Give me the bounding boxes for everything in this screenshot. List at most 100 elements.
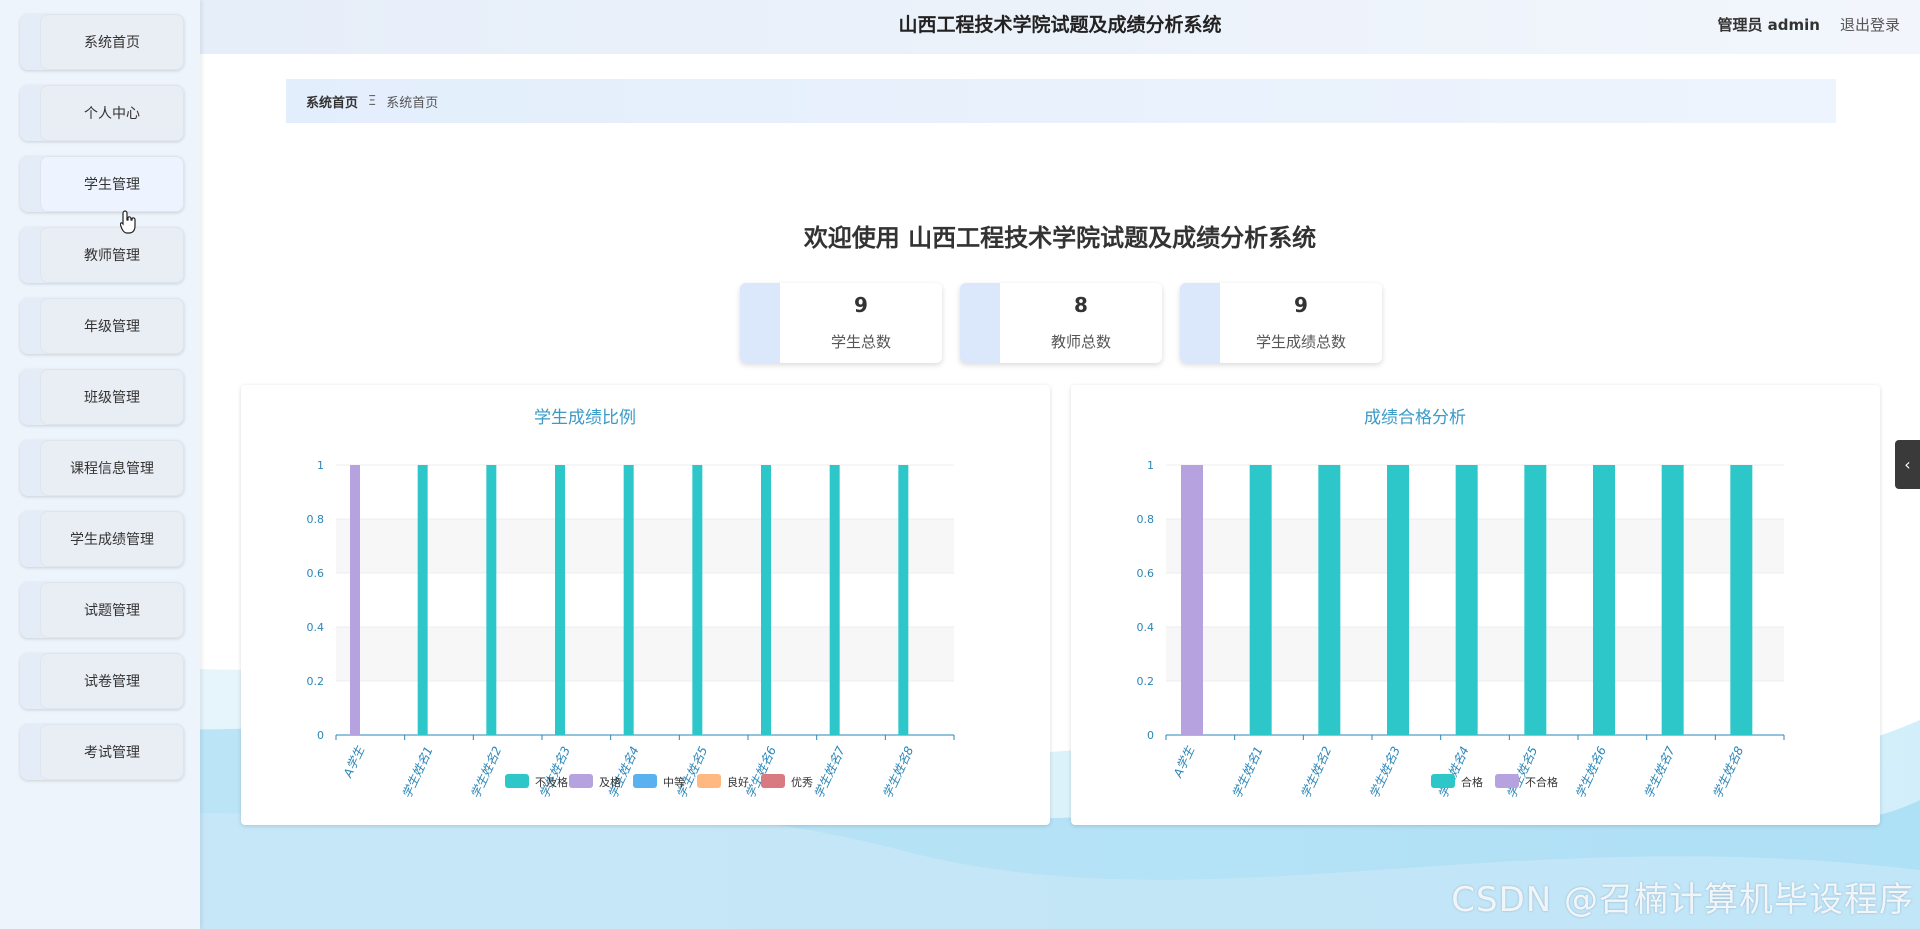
y-tick-label: 1	[1147, 459, 1154, 472]
bar	[1455, 465, 1478, 735]
sidebar-item-label: 学生成绩管理	[40, 511, 184, 567]
bar	[1730, 465, 1753, 735]
breadcrumb: 系统首页 Ξ 系统首页	[286, 79, 1836, 123]
sidebar-menu: 系统首页个人中心学生管理教师管理年级管理班级管理课程信息管理学生成绩管理 试题管理…	[0, 14, 184, 795]
sidebar-item-label: 考试管理	[40, 724, 184, 780]
legend-label: 及格	[599, 775, 621, 789]
sidebar-item-1[interactable]: 系统首页	[20, 14, 184, 70]
chart-panel-grade-ratio: 学生成绩比例 0 0.2 0.4 0.6 0.8 1 A学生 学生姓名1 学生姓名2 学生姓名3 学生…	[241, 385, 1050, 825]
breadcrumb-current: 系统首页	[386, 95, 439, 111]
x-tick-label: A学生	[340, 743, 367, 780]
stat-value: 8	[1074, 293, 1088, 317]
legend-swatch	[1495, 774, 1519, 788]
x-tick-label: 学生姓名7	[812, 744, 848, 801]
sidebar-item-10[interactable]: 试卷管理	[20, 653, 184, 709]
chevron-left-icon: ‹	[1904, 455, 1911, 474]
x-tick-label: 学生姓名8	[880, 744, 916, 801]
bar	[1593, 465, 1615, 735]
sidebar-item-6[interactable]: 班级管理	[20, 369, 184, 425]
welcome-heading: 欢迎使用 山西工程技术学院试题及成绩分析系统	[803, 224, 1317, 253]
logout-link[interactable]: 退出登录	[1840, 14, 1900, 35]
legend-swatch	[1431, 774, 1455, 788]
chart-band	[336, 627, 954, 681]
app-title: 山西工程技术学院试题及成绩分析系统	[898, 14, 1222, 36]
x-tick-label: 学生姓名3	[537, 744, 573, 800]
sidebar-item-label: 试题管理	[40, 582, 184, 638]
bar	[1387, 465, 1409, 735]
bar	[623, 465, 634, 735]
sidebar-item-3[interactable]: 学生管理	[20, 156, 184, 212]
stat-label: 教师总数	[1050, 333, 1111, 351]
y-tick-label: 1	[317, 459, 324, 472]
x-tick-label: 学生姓名1	[1230, 744, 1266, 800]
sidebar-item-7[interactable]: 课程信息管理	[20, 440, 184, 496]
bar	[761, 465, 771, 735]
hand-cursor-icon	[120, 210, 136, 234]
breadcrumb-home[interactable]: 系统首页	[306, 92, 358, 111]
x-tick-label: A学生	[1170, 743, 1197, 780]
legend-label: 良好	[727, 775, 749, 789]
sidebar-item-4[interactable]: 教师管理	[20, 227, 184, 283]
sidebar-item-5[interactable]: 年级管理	[20, 298, 184, 354]
bar	[350, 465, 360, 735]
stat-card-students: 9 学生总数	[740, 283, 942, 363]
legend-label: 不及格	[535, 775, 568, 789]
x-tick-label: 学生姓名5	[674, 744, 710, 800]
x-tick-label: 学生姓名2	[468, 744, 504, 800]
current-user: 管理员 admin	[1717, 16, 1820, 34]
x-tick-label: 学生姓名5	[1504, 744, 1540, 800]
y-tick-label: 0.6	[1137, 567, 1155, 580]
y-tick-label: 0.2	[1137, 675, 1155, 688]
y-tick-label: 0.8	[307, 513, 325, 526]
legend-swatch	[569, 774, 593, 788]
sidebar-item-label: 系统首页	[40, 14, 184, 70]
stat-card-accent	[1180, 283, 1220, 363]
bar	[1181, 465, 1203, 735]
x-tick-label: 学生姓名6	[743, 744, 779, 801]
sidebar-item-2[interactable]: 个人中心	[20, 85, 184, 141]
stat-value: 9	[854, 293, 868, 317]
breadcrumb-separator-icon: Ξ	[368, 93, 377, 109]
stat-label: 学生总数	[830, 333, 891, 351]
sidebar-item-label: 年级管理	[40, 298, 184, 354]
collapse-panel-button[interactable]: ‹	[1895, 440, 1920, 489]
bar	[898, 465, 909, 735]
chart-band	[336, 519, 954, 573]
sidebar-item-label: 个人中心	[40, 85, 184, 141]
sidebar-item-label: 学生管理	[40, 156, 184, 212]
sidebar-item-11[interactable]: 考试管理	[20, 724, 184, 780]
legend-swatch	[505, 774, 529, 788]
sidebar: 系统首页个人中心学生管理教师管理年级管理班级管理课程信息管理学生成绩管理 试题管理…	[0, 0, 200, 929]
x-tick-label: 学生姓名8	[1710, 744, 1746, 801]
y-tick-label: 0	[317, 729, 324, 742]
y-tick-label: 0.6	[307, 567, 325, 580]
legend-label: 不合格	[1525, 775, 1558, 789]
sidebar-item-8[interactable]: 学生成绩管理	[20, 511, 184, 567]
bar	[1524, 465, 1547, 735]
bar	[555, 465, 565, 735]
legend-swatch	[761, 774, 785, 788]
chart-title: 学生成绩比例	[534, 408, 636, 428]
watermark: CSDN @召楠计算机毕设程序	[1451, 880, 1914, 920]
sidebar-item-9[interactable]: 试题管理	[20, 582, 184, 638]
chart-panel-pass-analysis: 成绩合格分析 0 0.2 0.4 0.6 0.8 1 A学生 学生姓名1 学生姓名2 学生姓名3 学生…	[1071, 385, 1880, 825]
x-tick-label: 学生姓名4	[1436, 744, 1472, 800]
y-tick-label: 0.4	[307, 621, 325, 634]
bar	[486, 465, 497, 735]
bar	[1318, 465, 1341, 735]
x-tick-label: 学生姓名3	[1367, 744, 1403, 800]
sidebar-item-label: 教师管理	[40, 227, 184, 283]
legend-swatch	[633, 774, 657, 788]
bar	[417, 465, 428, 735]
bar	[1249, 465, 1272, 735]
stat-card-teachers: 8 教师总数	[960, 283, 1162, 363]
x-tick-label: 学生姓名2	[1298, 744, 1334, 800]
stat-card-accent	[740, 283, 780, 363]
bar	[692, 465, 703, 735]
y-tick-label: 0.4	[1137, 621, 1155, 634]
stat-card-accent	[960, 283, 1000, 363]
legend-swatch	[697, 774, 721, 788]
pass-analysis-chart: 成绩合格分析 0 0.2 0.4 0.6 0.8 1 A学生 学生姓名1 学生姓名2 学生姓名3 学生…	[1137, 408, 1785, 801]
x-tick-label: 学生姓名7	[1642, 744, 1678, 801]
legend-label: 中等	[663, 775, 685, 789]
